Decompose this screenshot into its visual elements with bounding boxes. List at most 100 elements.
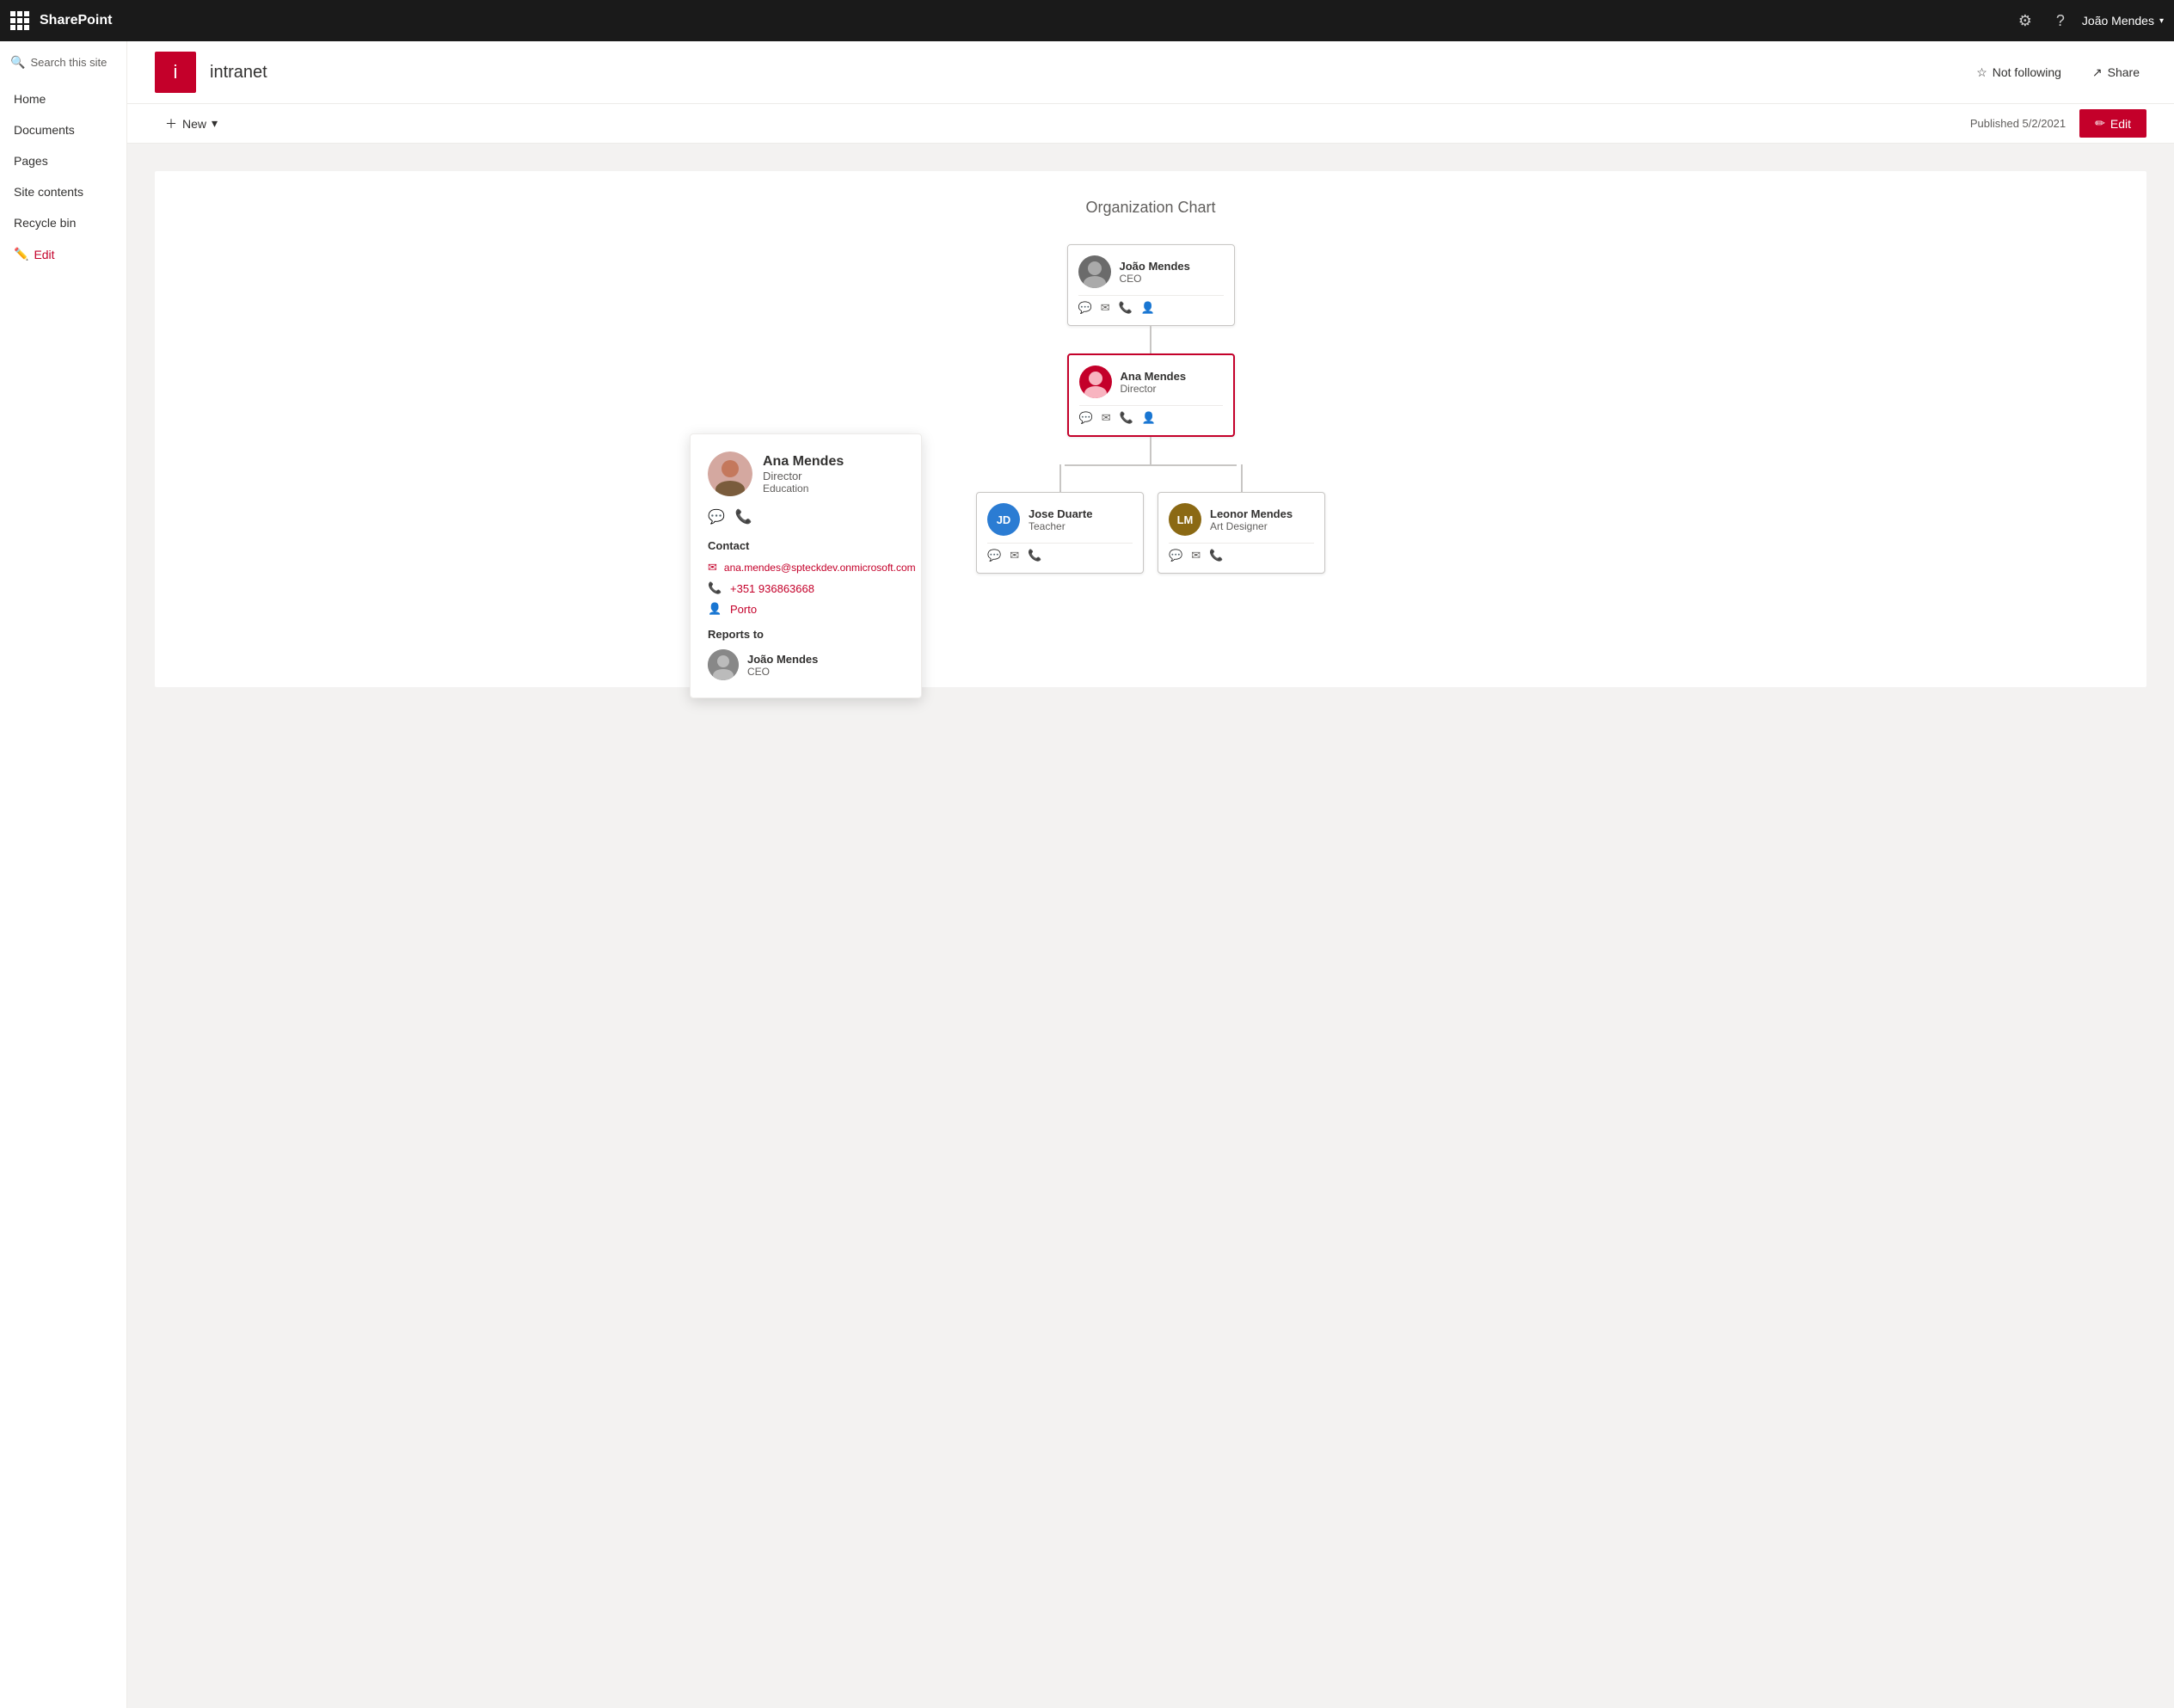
sidebar: 🔍 Search this site Home Documents Pages … xyxy=(0,41,127,1708)
phone-icon-2[interactable]: 📞 xyxy=(1120,411,1133,425)
connector-v-leonor xyxy=(1241,464,1243,492)
email-icon-4[interactable]: ✉ xyxy=(1191,549,1201,562)
help-icon[interactable]: ? xyxy=(2049,9,2072,34)
edit-pencil-icon: ✏️ xyxy=(14,247,28,261)
sidebar-search[interactable]: 🔍 Search this site xyxy=(0,48,126,77)
detail-phone-row: 📞 +351 936863668 xyxy=(708,581,904,595)
site-header: i intranet ☆ Not following ↗ Share xyxy=(127,41,2174,104)
detail-email-icon: ✉ xyxy=(708,561,717,574)
detail-avatar xyxy=(708,452,752,496)
edit-label: Edit xyxy=(34,248,54,261)
layout: 🔍 Search this site Home Documents Pages … xyxy=(0,41,2174,1708)
site-logo-letter: i xyxy=(174,61,178,83)
app-logo: SharePoint xyxy=(40,13,112,28)
sidebar-item-home[interactable]: Home xyxy=(0,83,126,114)
connector-v-1 xyxy=(1150,326,1151,353)
sidebar-item-recycle-bin[interactable]: Recycle bin xyxy=(0,207,126,238)
new-button[interactable]: ＋ New ▾ xyxy=(155,110,228,138)
org-node-art-designer[interactable]: LM Leonor Mendes Art Designer xyxy=(1158,492,1325,574)
child-leonor: LM Leonor Mendes Art Designer xyxy=(1158,464,1325,574)
teacher-avatar: JD xyxy=(987,503,1020,536)
user-menu[interactable]: João Mendes ▾ xyxy=(2082,14,2164,28)
site-logo: i xyxy=(155,52,196,93)
search-label: Search this site xyxy=(30,56,107,69)
toolbar: ＋ New ▾ Published 5/2/2021 ✏ Edit xyxy=(127,104,2174,144)
detail-reports-name: João Mendes xyxy=(747,653,818,666)
org-icon[interactable]: 👤 xyxy=(1141,301,1155,315)
chat-icon[interactable]: 💬 xyxy=(1078,301,1092,315)
detail-phone-text: +351 936863668 xyxy=(730,582,814,595)
waffle-menu[interactable] xyxy=(10,11,29,30)
detail-department: Education xyxy=(763,482,844,495)
phone-icon[interactable]: 📞 xyxy=(1119,301,1133,315)
email-icon[interactable]: ✉ xyxy=(1101,301,1110,315)
detail-email-link[interactable]: ana.mendes@spteckdev.onmicrosoft.com xyxy=(724,562,916,574)
connector-v-jose xyxy=(1059,464,1061,492)
phone-icon-3[interactable]: 📞 xyxy=(1028,549,1041,562)
user-chevron-icon: ▾ xyxy=(2159,16,2164,26)
teacher-name: Jose Duarte xyxy=(1029,507,1092,520)
detail-phone-contact-icon: 📞 xyxy=(708,581,723,595)
detail-phone-icon[interactable]: 📞 xyxy=(735,508,752,525)
email-icon-2[interactable]: ✉ xyxy=(1102,411,1111,425)
not-following-button[interactable]: ☆ Not following xyxy=(1969,62,2068,83)
share-label: Share xyxy=(2108,65,2140,79)
connector-v-2 xyxy=(1150,437,1151,464)
detail-popup: Ana Mendes Director Education 💬 📞 Contac… xyxy=(690,433,922,698)
user-name: João Mendes xyxy=(2082,14,2154,28)
org-icon-2[interactable]: 👤 xyxy=(1142,411,1156,425)
edit-page-button[interactable]: ✏ Edit xyxy=(2079,109,2146,138)
org-tree: João Mendes CEO 💬 ✉ 📞 👤 xyxy=(182,244,2119,574)
chat-icon-2[interactable]: 💬 xyxy=(1079,411,1093,425)
org-chart-title: Organization Chart xyxy=(182,199,2119,217)
sidebar-item-documents[interactable]: Documents xyxy=(0,114,126,145)
art-designer-name: Leonor Mendes xyxy=(1210,507,1293,520)
not-following-label: Not following xyxy=(1993,65,2061,79)
new-label: New xyxy=(182,117,206,131)
edit-icon: ✏ xyxy=(2095,116,2105,131)
published-status: Published 5/2/2021 xyxy=(1970,117,2066,130)
content-area: Organization Chart João Mende xyxy=(127,144,2174,1708)
director-name: Ana Mendes xyxy=(1121,370,1187,383)
art-designer-initials: LM xyxy=(1177,513,1194,526)
org-node-ceo[interactable]: João Mendes CEO 💬 ✉ 📞 👤 xyxy=(1067,244,1235,326)
sidebar-item-site-contents[interactable]: Site contents xyxy=(0,176,126,207)
ceo-avatar xyxy=(1078,255,1111,288)
detail-email-row: ✉ ana.mendes@spteckdev.onmicrosoft.com xyxy=(708,561,904,574)
email-icon-3[interactable]: ✉ xyxy=(1010,549,1019,562)
sidebar-edit[interactable]: ✏️ Edit xyxy=(0,238,126,270)
detail-name: Ana Mendes xyxy=(763,454,844,470)
detail-reports-role: CEO xyxy=(747,666,818,678)
detail-role: Director xyxy=(763,470,844,482)
detail-popup-header: Ana Mendes Director Education xyxy=(708,452,904,496)
teacher-title: Teacher xyxy=(1029,520,1092,532)
phone-icon-4[interactable]: 📞 xyxy=(1209,549,1223,562)
chat-icon-3[interactable]: 💬 xyxy=(987,549,1001,562)
topbar: SharePoint ⚙ ? João Mendes ▾ xyxy=(0,0,2174,41)
app-name: SharePoint xyxy=(40,13,112,28)
site-title: intranet xyxy=(210,63,267,83)
ceo-name: João Mendes xyxy=(1120,260,1190,273)
plus-icon: ＋ xyxy=(165,115,177,132)
settings-icon[interactable]: ⚙ xyxy=(2011,9,2039,34)
detail-contact-title: Contact xyxy=(708,539,904,552)
sidebar-item-pages[interactable]: Pages xyxy=(0,145,126,176)
detail-actions: 💬 📞 xyxy=(708,508,904,525)
chevron-down-icon: ▾ xyxy=(212,116,218,131)
org-node-teacher[interactable]: JD Jose Duarte Teacher xyxy=(976,492,1144,574)
search-icon: 🔍 xyxy=(10,55,25,70)
edit-page-label: Edit xyxy=(2110,117,2131,131)
site-header-actions: ☆ Not following ↗ Share xyxy=(1969,62,2146,83)
org-node-director[interactable]: Ana Mendes Director 💬 ✉ 📞 👤 xyxy=(1067,353,1235,437)
share-button[interactable]: ↗ Share xyxy=(2085,62,2146,83)
chat-icon-4[interactable]: 💬 xyxy=(1169,549,1182,562)
detail-chat-icon[interactable]: 💬 xyxy=(708,508,725,525)
share-icon: ↗ xyxy=(2092,65,2103,80)
detail-reports-title: Reports to xyxy=(708,628,904,641)
ceo-title: CEO xyxy=(1120,273,1190,285)
detail-location-row: 👤 Porto xyxy=(708,602,904,616)
star-icon: ☆ xyxy=(1976,65,1987,80)
art-designer-avatar: LM xyxy=(1169,503,1201,536)
director-avatar xyxy=(1079,366,1112,398)
child-jose: JD Jose Duarte Teacher xyxy=(976,464,1144,574)
